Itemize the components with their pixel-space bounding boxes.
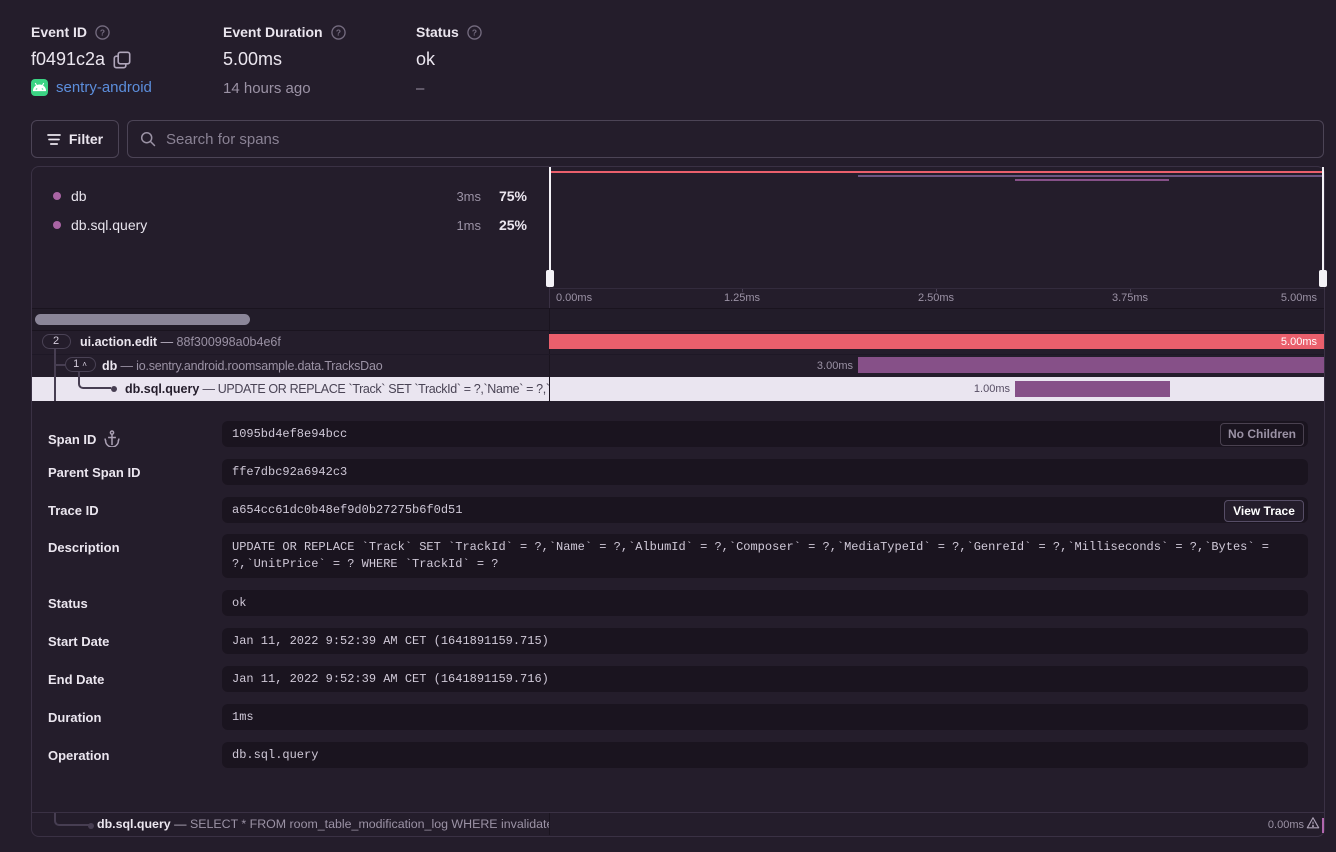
svg-text:?: ? (100, 27, 105, 37)
svg-text:?: ? (336, 27, 341, 37)
svg-text:?: ? (472, 27, 477, 37)
